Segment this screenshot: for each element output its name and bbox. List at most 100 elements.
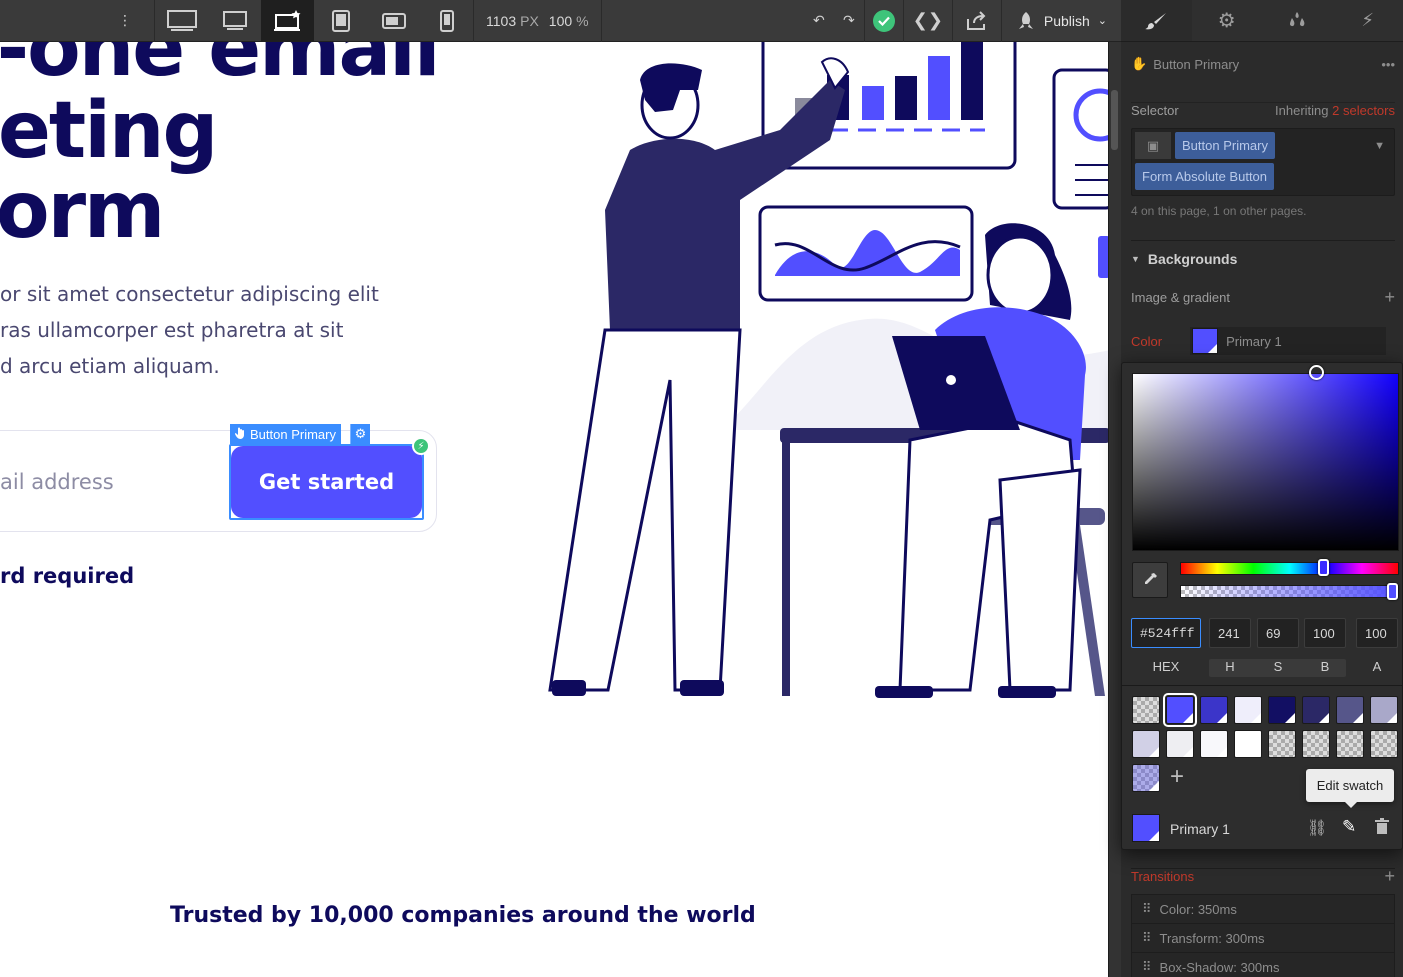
transition-label: Color: 350ms [1159, 901, 1237, 917]
gear-icon[interactable]: ⚙ [350, 424, 370, 444]
color-swatch[interactable] [1268, 696, 1296, 724]
color-swatch[interactable] [1132, 730, 1160, 758]
hero-subtitle-line-2[interactable]: ras ullamcorper est pharetra at sit [0, 318, 343, 342]
transition-label: Transform: 300ms [1159, 930, 1265, 946]
transition-item[interactable]: ⠿ Transform: 300ms [1131, 923, 1395, 953]
plus-icon[interactable]: + [1384, 867, 1395, 885]
export-icon[interactable] [953, 0, 1001, 42]
tab-style-manager[interactable] [1262, 0, 1333, 41]
color-swatch[interactable] [1336, 730, 1364, 758]
hue-thumb[interactable] [1318, 559, 1329, 576]
transition-item[interactable]: ⠿ Box-Shadow: 300ms [1131, 952, 1395, 977]
color-swatch[interactable] [1163, 693, 1197, 727]
color-swatch[interactable] [1268, 730, 1296, 758]
drag-handle-icon[interactable]: ⠿ [1142, 901, 1152, 917]
viewport-readout[interactable]: 1103 PX 100 % [474, 13, 601, 29]
breakpoint-portrait-button[interactable] [420, 0, 473, 42]
hue-input[interactable]: 241 [1209, 618, 1251, 648]
color-swatch[interactable] [1302, 730, 1330, 758]
caret-down-icon: ▼ [1131, 254, 1140, 264]
top-toolbar: ⋮ 1103 PX 100 % ↶ ↷ ❮❯ Publish ⌄ [0, 0, 1121, 42]
redo-icon[interactable]: ↷ [834, 0, 864, 42]
brightness-input[interactable]: 100 [1304, 618, 1346, 648]
more-dots-icon[interactable]: ••• [1381, 57, 1395, 72]
color-swatch[interactable] [1234, 696, 1262, 724]
transitions-title: Transitions [1131, 869, 1195, 884]
color-swatch[interactable] [1336, 696, 1364, 724]
undo-icon[interactable]: ↶ [804, 0, 834, 42]
eyedropper-icon[interactable] [1132, 562, 1168, 598]
trusted-heading[interactable]: Trusted by 10,000 companies around the w… [170, 903, 756, 928]
more-dots-icon[interactable]: ⋮ [110, 0, 140, 42]
color-swatch[interactable] [1302, 696, 1330, 724]
code-icon[interactable]: ❮❯ [904, 0, 952, 42]
saturation-brightness-area[interactable] [1132, 373, 1399, 551]
email-input[interactable]: ail address [0, 470, 114, 494]
color-swatch[interactable] [1370, 730, 1398, 758]
breakpoint-desktop-medium-button[interactable] [208, 0, 261, 42]
plus-icon[interactable]: + [1384, 288, 1395, 306]
drag-handle-icon[interactable]: ⠿ [1142, 959, 1152, 975]
color-swatch[interactable] [1200, 730, 1228, 758]
color-swatch[interactable] [1132, 696, 1160, 724]
hero-subtitle-line-1[interactable]: or sit amet consectetur adipiscing elit [0, 282, 379, 306]
color-value-field[interactable]: Primary 1 [1190, 327, 1387, 355]
tab-settings[interactable]: ⚙ [1192, 0, 1263, 41]
selector-chip-form-absolute[interactable]: Form Absolute Button [1135, 163, 1275, 190]
selector-chip-button-primary[interactable]: Button Primary [1175, 132, 1275, 159]
pencil-icon[interactable]: ✎ [1342, 817, 1356, 837]
drag-handle-icon[interactable]: ⠿ [1142, 930, 1152, 946]
breakpoint-desktop-base-button[interactable] [261, 0, 314, 42]
viewport-unit: PX [520, 12, 539, 29]
phone-landscape-icon [381, 12, 406, 29]
color-swatch[interactable] [1200, 696, 1228, 724]
tab-style[interactable] [1121, 0, 1192, 41]
transitions-header[interactable]: Transitions + [1131, 867, 1395, 885]
card-required-note[interactable]: rd required [0, 564, 134, 588]
zoom-value: 100 [548, 12, 573, 29]
transition-item[interactable]: ⠿ Color: 350ms [1131, 894, 1395, 924]
selector-field[interactable]: ▣ Button Primary ▼ Form Absolute Button [1131, 128, 1395, 196]
b-label: B [1320, 659, 1330, 674]
selection-label[interactable]: Button Primary [230, 424, 341, 444]
chevron-down-icon[interactable]: ▼ [1374, 140, 1391, 152]
color-swatch[interactable] [1166, 730, 1194, 758]
breakpoint-desktop-large-button[interactable] [155, 0, 208, 42]
panel-scrollbar[interactable] [1111, 90, 1118, 150]
image-gradient-label: Image & gradient [1131, 290, 1231, 305]
rocket-icon [1018, 11, 1033, 29]
add-swatch-icon[interactable]: + [1170, 765, 1184, 789]
alpha-slider[interactable] [1180, 585, 1399, 598]
design-canvas[interactable]: l-one email eting orm or sit amet consec… [0, 0, 1110, 977]
color-value-name: Primary 1 [1226, 333, 1282, 349]
breakpoint-landscape-button[interactable] [367, 0, 420, 42]
tab-interactions[interactable]: ⚡ [1333, 0, 1403, 41]
unlink-icon[interactable]: ⛓ [1307, 818, 1327, 838]
color-swatch[interactable] [1370, 696, 1398, 724]
backgrounds-section-header[interactable]: ▼ Backgrounds [1131, 251, 1395, 267]
hue-slider[interactable] [1180, 562, 1399, 575]
hand-icon [234, 427, 246, 442]
interaction-bolt-icon[interactable]: ⚡ [412, 437, 430, 455]
get-started-button[interactable]: Get started [231, 446, 422, 518]
selector-mode-icon[interactable]: ▣ [1135, 132, 1171, 159]
chevron-down-icon: ⌄ [1097, 15, 1107, 27]
hero-heading-line-3[interactable]: orm [0, 172, 165, 250]
sv-handle[interactable] [1309, 365, 1324, 380]
saturation-input[interactable]: 69 [1257, 618, 1299, 648]
alpha-thumb[interactable] [1387, 583, 1398, 600]
panel-resize-gutter[interactable] [1108, 42, 1121, 977]
h-label: H [1225, 659, 1235, 674]
inheriting-count[interactable]: 2 selectors [1332, 103, 1395, 118]
trash-icon[interactable] [1375, 818, 1389, 839]
hero-subtitle-line-3[interactable]: d arcu etiam aliquam. [0, 354, 220, 378]
color-swatch[interactable] [1234, 730, 1262, 758]
breakpoint-tablet-button[interactable] [314, 0, 367, 42]
hero-heading-line-2[interactable]: eting [0, 92, 218, 170]
publish-button[interactable]: Publish ⌄ [1002, 0, 1121, 42]
hex-input[interactable]: #524fff [1131, 618, 1201, 648]
color-swatch[interactable] [1132, 764, 1160, 792]
status-check-button[interactable] [865, 0, 903, 42]
alpha-input[interactable]: 100 [1356, 618, 1398, 648]
inheriting-label: Inheriting [1275, 103, 1329, 118]
